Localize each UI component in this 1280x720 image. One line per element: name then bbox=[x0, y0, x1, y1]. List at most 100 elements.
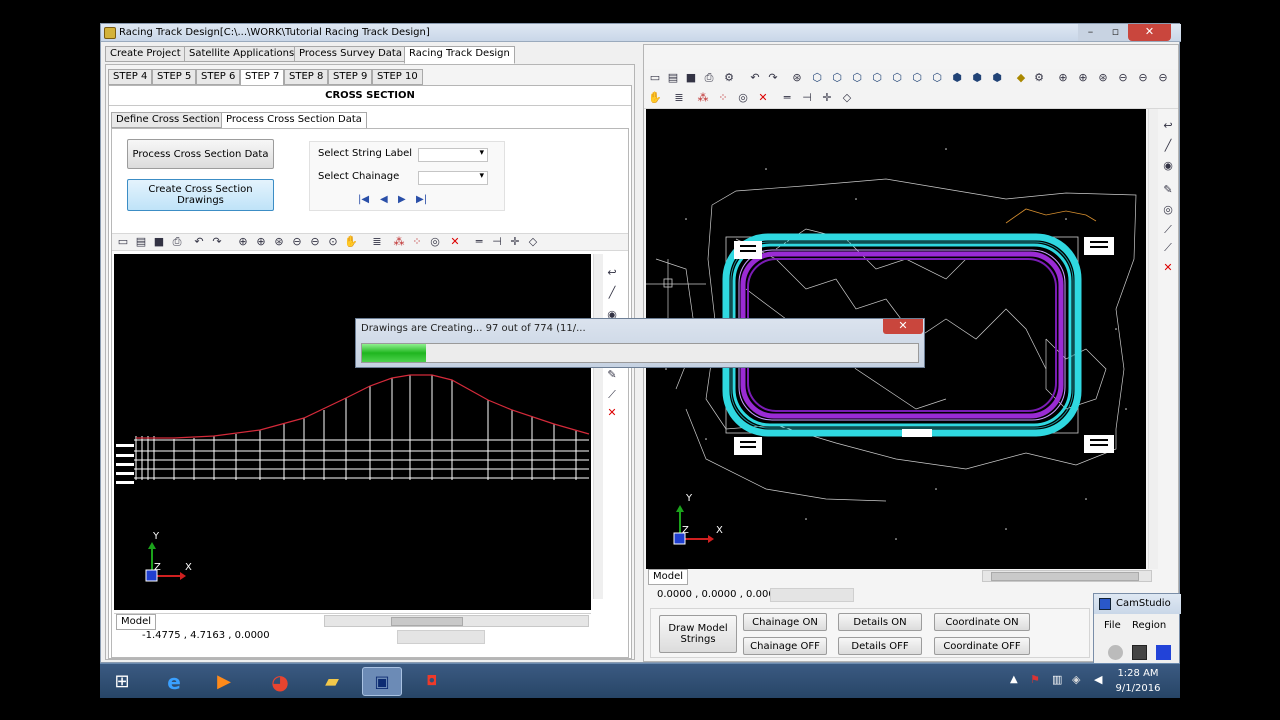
chainage-off-button[interactable]: Chainage OFF bbox=[743, 637, 827, 655]
camstudio-menu-region[interactable]: Region bbox=[1132, 620, 1166, 631]
target-icon[interactable]: ◎ bbox=[428, 235, 442, 249]
pause-icon[interactable] bbox=[1132, 645, 1147, 660]
orbit-icon[interactable]: ↩ bbox=[1161, 119, 1175, 133]
layers-icon[interactable]: ≣ bbox=[672, 91, 686, 105]
tab-step-5[interactable]: STEP 5 bbox=[152, 69, 197, 85]
draw-model-strings-button[interactable]: Draw Model Strings bbox=[659, 615, 737, 653]
view-nw-icon[interactable]: ⬡ bbox=[930, 71, 944, 85]
last-record-button[interactable]: ▶| bbox=[416, 194, 427, 205]
tab-satellite-applications[interactable]: Satellite Applications bbox=[184, 46, 300, 62]
create-cross-section-drawings-button[interactable]: Create Cross Section Drawings bbox=[127, 179, 274, 211]
extend-icon[interactable]: ✛ bbox=[508, 235, 522, 249]
internet-explorer-icon[interactable]: e bbox=[154, 667, 194, 696]
view-front-icon[interactable]: ⬡ bbox=[830, 71, 844, 85]
cube-icon[interactable]: ◆ bbox=[1014, 71, 1028, 85]
left-vertical-scrollbar[interactable] bbox=[593, 254, 603, 599]
zoom-window-icon[interactable]: ⊕ bbox=[254, 235, 268, 249]
orbit-icon[interactable]: ↩ bbox=[605, 266, 619, 280]
zoom-previous-icon[interactable]: ⊖ bbox=[1136, 71, 1150, 85]
right-vertical-scrollbar[interactable] bbox=[1148, 109, 1158, 569]
view-bottom-icon[interactable]: ⬢ bbox=[990, 71, 1004, 85]
left-horizontal-scrollbar[interactable] bbox=[324, 615, 589, 627]
tab-process-survey-data[interactable]: Process Survey Data bbox=[294, 46, 407, 62]
chrome-icon[interactable]: ◕ bbox=[260, 667, 300, 696]
points-icon[interactable]: ⁘ bbox=[410, 235, 424, 249]
clock-time[interactable]: 1:28 AM bbox=[1110, 668, 1166, 679]
tab-racing-track-design[interactable]: Racing Track Design bbox=[404, 46, 515, 64]
left-model-tab[interactable]: Model bbox=[116, 614, 157, 630]
pan-icon[interactable]: ✋ bbox=[648, 91, 662, 105]
pan-icon[interactable]: ✋ bbox=[344, 235, 358, 249]
print-icon[interactable]: ⎙ bbox=[702, 71, 716, 85]
media-player-icon[interactable]: ▶ bbox=[204, 667, 244, 696]
zoom-in-icon[interactable]: ⊕ bbox=[236, 235, 250, 249]
details-on-button[interactable]: Details ON bbox=[838, 613, 922, 631]
right-model-tab[interactable]: Model bbox=[648, 569, 689, 585]
print-icon[interactable]: ⎙ bbox=[170, 235, 184, 249]
trim-icon[interactable]: ⊣ bbox=[800, 91, 814, 105]
view-se-icon[interactable]: ⬢ bbox=[950, 71, 964, 85]
camstudio-menu-file[interactable]: File bbox=[1104, 620, 1121, 631]
prev-record-button[interactable]: ◀ bbox=[380, 194, 388, 205]
coordinate-on-button[interactable]: Coordinate ON bbox=[934, 613, 1030, 631]
zoom-extents-icon[interactable]: ⊛ bbox=[1096, 71, 1110, 85]
draw-line-icon[interactable]: ╱ bbox=[1161, 139, 1175, 153]
line-icon[interactable]: ═ bbox=[780, 91, 794, 105]
zoom-previous-icon[interactable]: ⊖ bbox=[308, 235, 322, 249]
trim-icon[interactable]: ⊣ bbox=[490, 235, 504, 249]
extend-icon[interactable]: ✛ bbox=[820, 91, 834, 105]
redo-icon[interactable]: ↷ bbox=[766, 71, 780, 85]
remove-icon[interactable]: ✕ bbox=[605, 406, 619, 420]
open-icon[interactable]: ▤ bbox=[134, 235, 148, 249]
tray-flag-icon[interactable]: ⚑ bbox=[1030, 673, 1040, 686]
view-sw-icon[interactable]: ⬢ bbox=[970, 71, 984, 85]
view-back-icon[interactable]: ⬡ bbox=[870, 71, 884, 85]
process-cross-section-button[interactable]: Process Cross Section Data bbox=[127, 139, 274, 169]
circle-icon[interactable]: ◉ bbox=[1161, 159, 1175, 173]
tab-step-4[interactable]: STEP 4 bbox=[108, 69, 153, 85]
erase-icon[interactable]: ◇ bbox=[840, 91, 854, 105]
tab-create-project[interactable]: Create Project bbox=[105, 46, 186, 62]
render-icon[interactable]: ⚙ bbox=[1032, 71, 1046, 85]
zoom-out-icon[interactable]: ⊖ bbox=[1116, 71, 1130, 85]
zoom-realtime-icon[interactable]: ⊙ bbox=[326, 235, 340, 249]
stop-icon[interactable] bbox=[1156, 645, 1171, 660]
snap-icon[interactable]: ⁂ bbox=[696, 91, 710, 105]
racing-track-app-icon[interactable]: ▣ bbox=[362, 667, 402, 696]
points-icon[interactable]: ⁘ bbox=[716, 91, 730, 105]
zoom-extents-icon[interactable]: ⊛ bbox=[272, 235, 286, 249]
target-icon[interactable]: ◎ bbox=[736, 91, 750, 105]
maximize-button[interactable]: ▫ bbox=[1103, 24, 1128, 41]
view-side-icon[interactable]: ⬡ bbox=[850, 71, 864, 85]
pencil-icon[interactable]: ✎ bbox=[605, 368, 619, 382]
save-icon[interactable]: ■ bbox=[152, 235, 166, 249]
tab-step-9[interactable]: STEP 9 bbox=[328, 69, 373, 85]
record-icon[interactable] bbox=[1108, 645, 1123, 660]
zoom-out-icon[interactable]: ⊖ bbox=[290, 235, 304, 249]
save-icon[interactable]: ■ bbox=[684, 71, 698, 85]
chainage-on-button[interactable]: Chainage ON bbox=[743, 613, 827, 631]
close-button[interactable]: ✕ bbox=[1128, 24, 1171, 41]
clock-date[interactable]: 9/1/2016 bbox=[1110, 683, 1166, 694]
settings-icon[interactable]: ◎ bbox=[1161, 203, 1175, 217]
new-file-icon[interactable]: ▭ bbox=[648, 71, 662, 85]
pencil-icon[interactable]: ✎ bbox=[1161, 183, 1175, 197]
draw-line-icon[interactable]: ╱ bbox=[605, 286, 619, 300]
explorer-icon[interactable]: ▰ bbox=[312, 667, 352, 696]
tray-speaker-icon[interactable]: ◀ bbox=[1094, 673, 1102, 686]
zoom-realtime-icon[interactable]: ⊖ bbox=[1156, 71, 1170, 85]
redo-icon[interactable]: ↷ bbox=[210, 235, 224, 249]
left-scroll-thumb[interactable] bbox=[391, 617, 463, 626]
brush-icon[interactable]: ⟋ bbox=[605, 388, 619, 402]
progress-close-button[interactable]: ✕ bbox=[883, 319, 923, 334]
first-record-button[interactable]: |◀ bbox=[358, 194, 369, 205]
undo-icon[interactable]: ↶ bbox=[192, 235, 206, 249]
undo-icon[interactable]: ↶ bbox=[748, 71, 762, 85]
heads-icon[interactable]: ◘ bbox=[412, 667, 452, 696]
tab-step-8[interactable]: STEP 8 bbox=[284, 69, 329, 85]
tray-volume-icon[interactable]: ◈ bbox=[1072, 673, 1080, 686]
remove-icon[interactable]: ✕ bbox=[1161, 261, 1175, 275]
right-horizontal-scrollbar[interactable] bbox=[982, 570, 1152, 582]
tray-network-icon[interactable]: ▥ bbox=[1052, 673, 1062, 686]
tab-step-10[interactable]: STEP 10 bbox=[372, 69, 423, 85]
